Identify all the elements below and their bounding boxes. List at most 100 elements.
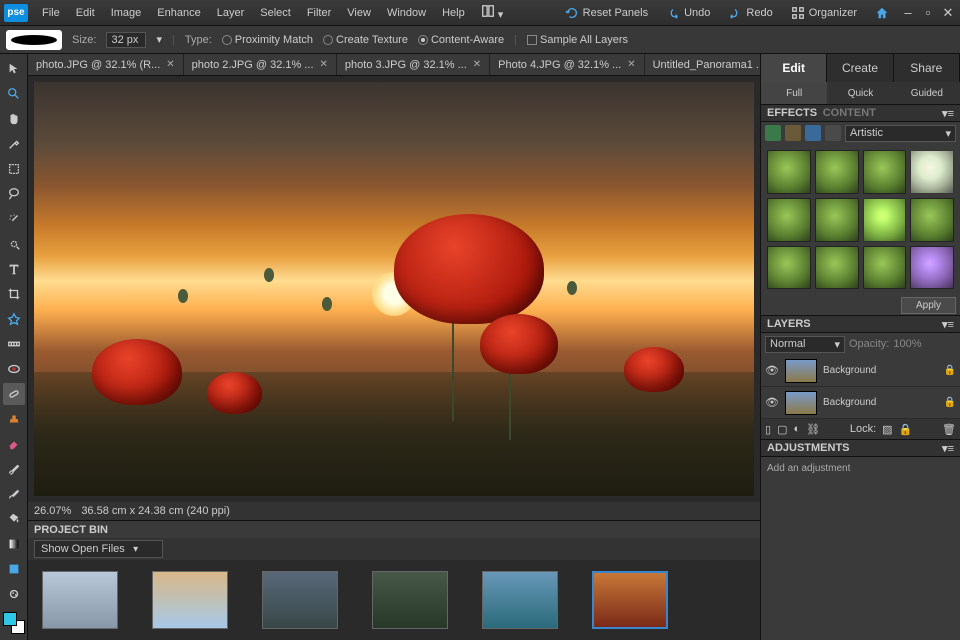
spot-healing-tool[interactable] bbox=[3, 383, 25, 405]
clone-stamp-tool[interactable] bbox=[3, 408, 25, 430]
effect-thumbnail[interactable] bbox=[815, 150, 859, 194]
bin-thumbnail[interactable] bbox=[482, 571, 558, 629]
paint-bucket-tool[interactable] bbox=[3, 508, 25, 530]
hand-tool[interactable] bbox=[3, 108, 25, 130]
effect-thumbnail[interactable] bbox=[815, 198, 859, 242]
document-tab[interactable]: photo 2.JPG @ 32.1% ...✕ bbox=[184, 54, 337, 75]
submode-quick[interactable]: Quick bbox=[827, 82, 893, 104]
canvas-area[interactable] bbox=[28, 76, 760, 502]
menu-enhance[interactable]: Enhance bbox=[149, 3, 208, 23]
close-tab-icon[interactable]: ✕ bbox=[627, 59, 635, 70]
content-aware-radio[interactable]: Content-Aware bbox=[418, 34, 504, 46]
menu-window[interactable]: Window bbox=[379, 3, 434, 23]
menu-file[interactable]: File bbox=[34, 3, 68, 23]
effect-thumbnail[interactable] bbox=[767, 246, 811, 290]
organizer-button[interactable]: Organizer bbox=[784, 3, 864, 23]
layer-row[interactable]: 👁Background🔒 bbox=[761, 355, 960, 387]
lock-all-icon[interactable]: 🔒 bbox=[899, 423, 913, 436]
brush-tool[interactable] bbox=[3, 458, 25, 480]
zoom-tool[interactable] bbox=[3, 83, 25, 105]
sponge-tool[interactable] bbox=[3, 583, 25, 605]
effect-thumbnail[interactable] bbox=[910, 150, 954, 194]
type-tool[interactable] bbox=[3, 258, 25, 280]
eyedropper-tool[interactable] bbox=[3, 133, 25, 155]
lock-pixels-icon[interactable]: ▨ bbox=[882, 423, 892, 436]
opacity-value[interactable]: 100% bbox=[893, 338, 921, 350]
arrange-documents-button[interactable]: ▾ bbox=[473, 0, 512, 25]
blend-mode-dropdown[interactable]: Normal▾ bbox=[765, 336, 845, 353]
effect-thumbnail[interactable] bbox=[815, 246, 859, 290]
marquee-tool[interactable] bbox=[3, 158, 25, 180]
visibility-icon[interactable]: 👁 bbox=[765, 364, 779, 378]
visibility-icon[interactable]: 👁 bbox=[765, 396, 779, 410]
apply-button[interactable]: Apply bbox=[901, 297, 956, 314]
adjustments-panel[interactable]: Add an adjustment bbox=[761, 457, 960, 640]
document-tab[interactable]: Photo 4.JPG @ 32.1% ...✕ bbox=[490, 54, 644, 75]
redo-button[interactable]: Redo bbox=[721, 3, 779, 23]
layer-thumbnail[interactable] bbox=[785, 391, 817, 415]
eraser-tool[interactable] bbox=[3, 433, 25, 455]
brush-size-input[interactable] bbox=[106, 32, 146, 48]
content-tab[interactable]: CONTENT bbox=[823, 107, 876, 119]
bin-thumbnail[interactable] bbox=[372, 571, 448, 629]
fx-filter-icon[interactable] bbox=[805, 125, 821, 141]
proximity-match-radio[interactable]: Proximity Match bbox=[222, 34, 313, 46]
restore-button[interactable]: ▫ bbox=[920, 6, 936, 20]
delete-layer-icon[interactable]: 🗑 bbox=[942, 423, 956, 436]
menu-select[interactable]: Select bbox=[252, 3, 299, 23]
submode-guided[interactable]: Guided bbox=[894, 82, 960, 104]
fx-filter-icon[interactable] bbox=[765, 125, 781, 141]
close-tab-icon[interactable]: ✕ bbox=[166, 59, 174, 70]
menu-help[interactable]: Help bbox=[434, 3, 473, 23]
bin-thumbnail[interactable] bbox=[262, 571, 338, 629]
panel-menu-icon[interactable]: ▾≡ bbox=[942, 318, 954, 331]
bin-thumbnail[interactable] bbox=[592, 571, 668, 629]
undo-button[interactable]: Undo bbox=[659, 3, 717, 23]
panel-menu-icon[interactable]: ▾≡ bbox=[942, 442, 954, 455]
zoom-level[interactable]: 26.07% bbox=[34, 505, 71, 517]
layer-group-icon[interactable]: ▢ bbox=[777, 423, 787, 436]
effect-thumbnail[interactable] bbox=[910, 198, 954, 242]
menu-edit[interactable]: Edit bbox=[68, 3, 103, 23]
fx-filter-icon[interactable] bbox=[825, 125, 841, 141]
lasso-tool[interactable] bbox=[3, 183, 25, 205]
quick-selection-tool[interactable] bbox=[3, 233, 25, 255]
home-button[interactable] bbox=[868, 3, 896, 23]
bin-thumbnail[interactable] bbox=[152, 571, 228, 629]
document-tab[interactable]: Untitled_Panorama1 ...✕ bbox=[645, 54, 760, 75]
effect-thumbnail[interactable] bbox=[863, 150, 907, 194]
project-bin-filter[interactable]: Show Open Files ▾ bbox=[34, 540, 163, 558]
menu-layer[interactable]: Layer bbox=[209, 3, 253, 23]
menu-view[interactable]: View bbox=[339, 3, 379, 23]
cookie-cutter-tool[interactable] bbox=[3, 308, 25, 330]
effect-thumbnail[interactable] bbox=[767, 150, 811, 194]
red-eye-tool[interactable] bbox=[3, 358, 25, 380]
bin-thumbnail[interactable] bbox=[42, 571, 118, 629]
close-tab-icon[interactable]: ✕ bbox=[320, 59, 328, 70]
mode-tab-edit[interactable]: Edit bbox=[761, 54, 827, 82]
new-layer-icon[interactable]: ▯ bbox=[765, 423, 771, 436]
layer-row[interactable]: 👁Background🔒 bbox=[761, 387, 960, 419]
effect-thumbnail[interactable] bbox=[767, 198, 811, 242]
smart-brush-tool[interactable] bbox=[3, 483, 25, 505]
create-texture-radio[interactable]: Create Texture bbox=[323, 34, 408, 46]
link-layers-icon[interactable]: ⛓ bbox=[806, 423, 820, 436]
brush-preview[interactable] bbox=[6, 30, 62, 50]
magic-wand-tool[interactable] bbox=[3, 208, 25, 230]
mode-tab-create[interactable]: Create bbox=[827, 54, 893, 82]
submode-full[interactable]: Full bbox=[761, 82, 827, 104]
close-button[interactable]: ✕ bbox=[940, 6, 956, 20]
gradient-tool[interactable] bbox=[3, 533, 25, 555]
straighten-tool[interactable] bbox=[3, 333, 25, 355]
menu-filter[interactable]: Filter bbox=[299, 3, 339, 23]
adjustment-layer-icon[interactable]: ◐ bbox=[793, 423, 800, 435]
color-swatch[interactable] bbox=[3, 612, 25, 634]
panel-menu-icon[interactable]: ▾≡ bbox=[942, 107, 954, 120]
effects-category-dropdown[interactable]: Artistic▾ bbox=[845, 125, 956, 142]
reset-panels-button[interactable]: Reset Panels bbox=[558, 3, 655, 23]
fx-filter-icon[interactable] bbox=[785, 125, 801, 141]
shape-tool[interactable] bbox=[3, 558, 25, 580]
document-tab[interactable]: photo 3.JPG @ 32.1% ...✕ bbox=[337, 54, 490, 75]
minimize-button[interactable]: – bbox=[900, 6, 916, 20]
effect-thumbnail[interactable] bbox=[863, 198, 907, 242]
